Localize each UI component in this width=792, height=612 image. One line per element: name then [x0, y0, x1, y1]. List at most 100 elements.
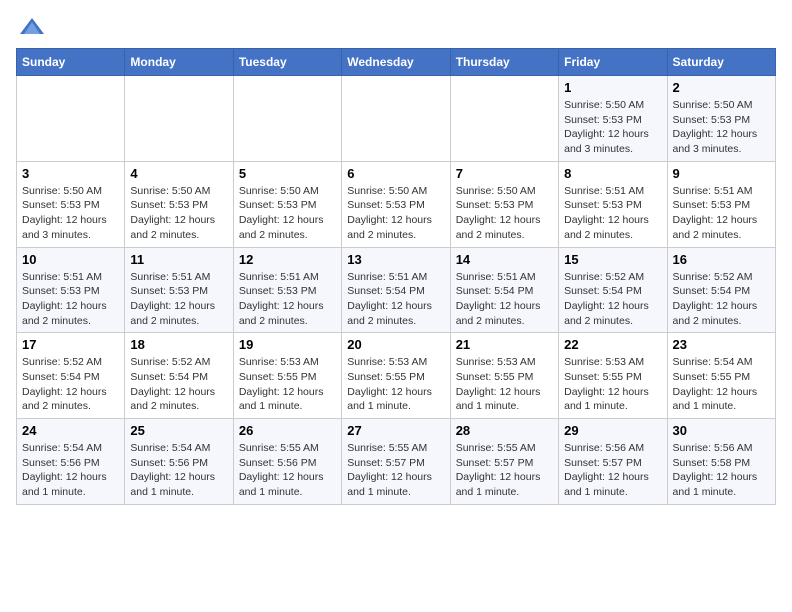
calendar-cell: 17 Sunrise: 5:52 AM Sunset: 5:54 PM Dayli…	[17, 333, 125, 419]
day-number: 11	[130, 252, 227, 267]
day-info: Sunrise: 5:54 AM Sunset: 5:56 PM Dayligh…	[22, 441, 119, 500]
day-info: Sunrise: 5:53 AM Sunset: 5:55 PM Dayligh…	[456, 355, 553, 414]
logo	[16, 16, 46, 36]
calendar-cell: 18 Sunrise: 5:52 AM Sunset: 5:54 PM Dayli…	[125, 333, 233, 419]
calendar-cell	[233, 76, 341, 162]
calendar-cell: 13 Sunrise: 5:51 AM Sunset: 5:54 PM Dayli…	[342, 247, 450, 333]
day-info: Sunrise: 5:50 AM Sunset: 5:53 PM Dayligh…	[673, 98, 770, 157]
day-info: Sunrise: 5:50 AM Sunset: 5:53 PM Dayligh…	[347, 184, 444, 243]
day-number: 30	[673, 423, 770, 438]
calendar-cell: 25 Sunrise: 5:54 AM Sunset: 5:56 PM Dayli…	[125, 419, 233, 505]
day-number: 21	[456, 337, 553, 352]
calendar-cell	[342, 76, 450, 162]
calendar-cell: 11 Sunrise: 5:51 AM Sunset: 5:53 PM Dayli…	[125, 247, 233, 333]
day-number: 8	[564, 166, 661, 181]
day-info: Sunrise: 5:52 AM Sunset: 5:54 PM Dayligh…	[130, 355, 227, 414]
day-number: 7	[456, 166, 553, 181]
calendar-week-row: 24 Sunrise: 5:54 AM Sunset: 5:56 PM Dayli…	[17, 419, 776, 505]
day-info: Sunrise: 5:56 AM Sunset: 5:57 PM Dayligh…	[564, 441, 661, 500]
day-info: Sunrise: 5:50 AM Sunset: 5:53 PM Dayligh…	[239, 184, 336, 243]
day-info: Sunrise: 5:51 AM Sunset: 5:53 PM Dayligh…	[22, 270, 119, 329]
weekday-header-wednesday: Wednesday	[342, 49, 450, 76]
day-number: 20	[347, 337, 444, 352]
day-info: Sunrise: 5:56 AM Sunset: 5:58 PM Dayligh…	[673, 441, 770, 500]
day-number: 9	[673, 166, 770, 181]
day-info: Sunrise: 5:52 AM Sunset: 5:54 PM Dayligh…	[673, 270, 770, 329]
calendar-week-row: 17 Sunrise: 5:52 AM Sunset: 5:54 PM Dayli…	[17, 333, 776, 419]
day-number: 25	[130, 423, 227, 438]
day-info: Sunrise: 5:50 AM Sunset: 5:53 PM Dayligh…	[130, 184, 227, 243]
calendar-cell	[450, 76, 558, 162]
calendar-cell: 9 Sunrise: 5:51 AM Sunset: 5:53 PM Daylig…	[667, 161, 775, 247]
day-number: 16	[673, 252, 770, 267]
day-number: 24	[22, 423, 119, 438]
weekday-header-saturday: Saturday	[667, 49, 775, 76]
calendar-cell: 26 Sunrise: 5:55 AM Sunset: 5:56 PM Dayli…	[233, 419, 341, 505]
day-number: 27	[347, 423, 444, 438]
day-number: 1	[564, 80, 661, 95]
day-number: 15	[564, 252, 661, 267]
calendar-cell: 21 Sunrise: 5:53 AM Sunset: 5:55 PM Dayli…	[450, 333, 558, 419]
day-number: 14	[456, 252, 553, 267]
day-number: 22	[564, 337, 661, 352]
calendar-cell: 27 Sunrise: 5:55 AM Sunset: 5:57 PM Dayli…	[342, 419, 450, 505]
calendar-table: SundayMondayTuesdayWednesdayThursdayFrid…	[16, 48, 776, 505]
day-number: 23	[673, 337, 770, 352]
day-info: Sunrise: 5:55 AM Sunset: 5:56 PM Dayligh…	[239, 441, 336, 500]
day-number: 6	[347, 166, 444, 181]
weekday-header-friday: Friday	[559, 49, 667, 76]
calendar-week-row: 3 Sunrise: 5:50 AM Sunset: 5:53 PM Daylig…	[17, 161, 776, 247]
day-number: 19	[239, 337, 336, 352]
day-info: Sunrise: 5:51 AM Sunset: 5:53 PM Dayligh…	[564, 184, 661, 243]
calendar-cell: 1 Sunrise: 5:50 AM Sunset: 5:53 PM Daylig…	[559, 76, 667, 162]
logo-icon	[18, 16, 46, 36]
day-info: Sunrise: 5:53 AM Sunset: 5:55 PM Dayligh…	[564, 355, 661, 414]
calendar-cell: 12 Sunrise: 5:51 AM Sunset: 5:53 PM Dayli…	[233, 247, 341, 333]
calendar-week-row: 1 Sunrise: 5:50 AM Sunset: 5:53 PM Daylig…	[17, 76, 776, 162]
day-info: Sunrise: 5:52 AM Sunset: 5:54 PM Dayligh…	[22, 355, 119, 414]
day-info: Sunrise: 5:53 AM Sunset: 5:55 PM Dayligh…	[239, 355, 336, 414]
calendar-cell: 6 Sunrise: 5:50 AM Sunset: 5:53 PM Daylig…	[342, 161, 450, 247]
day-number: 17	[22, 337, 119, 352]
day-number: 28	[456, 423, 553, 438]
day-number: 5	[239, 166, 336, 181]
calendar-cell: 22 Sunrise: 5:53 AM Sunset: 5:55 PM Dayli…	[559, 333, 667, 419]
calendar-cell: 2 Sunrise: 5:50 AM Sunset: 5:53 PM Daylig…	[667, 76, 775, 162]
day-info: Sunrise: 5:51 AM Sunset: 5:53 PM Dayligh…	[239, 270, 336, 329]
day-info: Sunrise: 5:53 AM Sunset: 5:55 PM Dayligh…	[347, 355, 444, 414]
day-number: 10	[22, 252, 119, 267]
calendar-cell: 10 Sunrise: 5:51 AM Sunset: 5:53 PM Dayli…	[17, 247, 125, 333]
calendar-cell	[125, 76, 233, 162]
weekday-header-row: SundayMondayTuesdayWednesdayThursdayFrid…	[17, 49, 776, 76]
day-info: Sunrise: 5:54 AM Sunset: 5:56 PM Dayligh…	[130, 441, 227, 500]
calendar-cell: 7Sunrise: 5:50 AM Sunset: 5:53 PM Daylig…	[450, 161, 558, 247]
day-number: 3	[22, 166, 119, 181]
day-info: Sunrise: 5:55 AM Sunset: 5:57 PM Dayligh…	[347, 441, 444, 500]
day-info: Sunrise: 5:51 AM Sunset: 5:54 PM Dayligh…	[456, 270, 553, 329]
day-number: 2	[673, 80, 770, 95]
calendar-cell: 8 Sunrise: 5:51 AM Sunset: 5:53 PM Daylig…	[559, 161, 667, 247]
calendar-cell: 20 Sunrise: 5:53 AM Sunset: 5:55 PM Dayli…	[342, 333, 450, 419]
day-number: 4	[130, 166, 227, 181]
calendar-cell: 30 Sunrise: 5:56 AM Sunset: 5:58 PM Dayli…	[667, 419, 775, 505]
calendar-cell: 4 Sunrise: 5:50 AM Sunset: 5:53 PM Daylig…	[125, 161, 233, 247]
day-number: 26	[239, 423, 336, 438]
day-number: 13	[347, 252, 444, 267]
day-number: 18	[130, 337, 227, 352]
calendar-cell: 24 Sunrise: 5:54 AM Sunset: 5:56 PM Dayli…	[17, 419, 125, 505]
day-info: Sunrise: 5:50 AM Sunset: 5:53 PM Dayligh…	[564, 98, 661, 157]
calendar-cell: 29Sunrise: 5:56 AM Sunset: 5:57 PM Dayli…	[559, 419, 667, 505]
day-info: Sunrise: 5:52 AM Sunset: 5:54 PM Dayligh…	[564, 270, 661, 329]
day-info: Sunrise: 5:51 AM Sunset: 5:54 PM Dayligh…	[347, 270, 444, 329]
calendar-cell: 3 Sunrise: 5:50 AM Sunset: 5:53 PM Daylig…	[17, 161, 125, 247]
day-info: Sunrise: 5:50 AM Sunset: 5:53 PM Dayligh…	[22, 184, 119, 243]
calendar-cell: 14 Sunrise: 5:51 AM Sunset: 5:54 PM Dayli…	[450, 247, 558, 333]
calendar-cell	[17, 76, 125, 162]
calendar-cell: 5 Sunrise: 5:50 AM Sunset: 5:53 PM Daylig…	[233, 161, 341, 247]
calendar-cell: 19 Sunrise: 5:53 AM Sunset: 5:55 PM Dayli…	[233, 333, 341, 419]
day-info: Sunrise: 5:51 AM Sunset: 5:53 PM Dayligh…	[130, 270, 227, 329]
header	[16, 16, 776, 36]
calendar-cell: 28Sunrise: 5:55 AM Sunset: 5:57 PM Dayli…	[450, 419, 558, 505]
day-number: 12	[239, 252, 336, 267]
day-info: Sunrise: 5:51 AM Sunset: 5:53 PM Dayligh…	[673, 184, 770, 243]
